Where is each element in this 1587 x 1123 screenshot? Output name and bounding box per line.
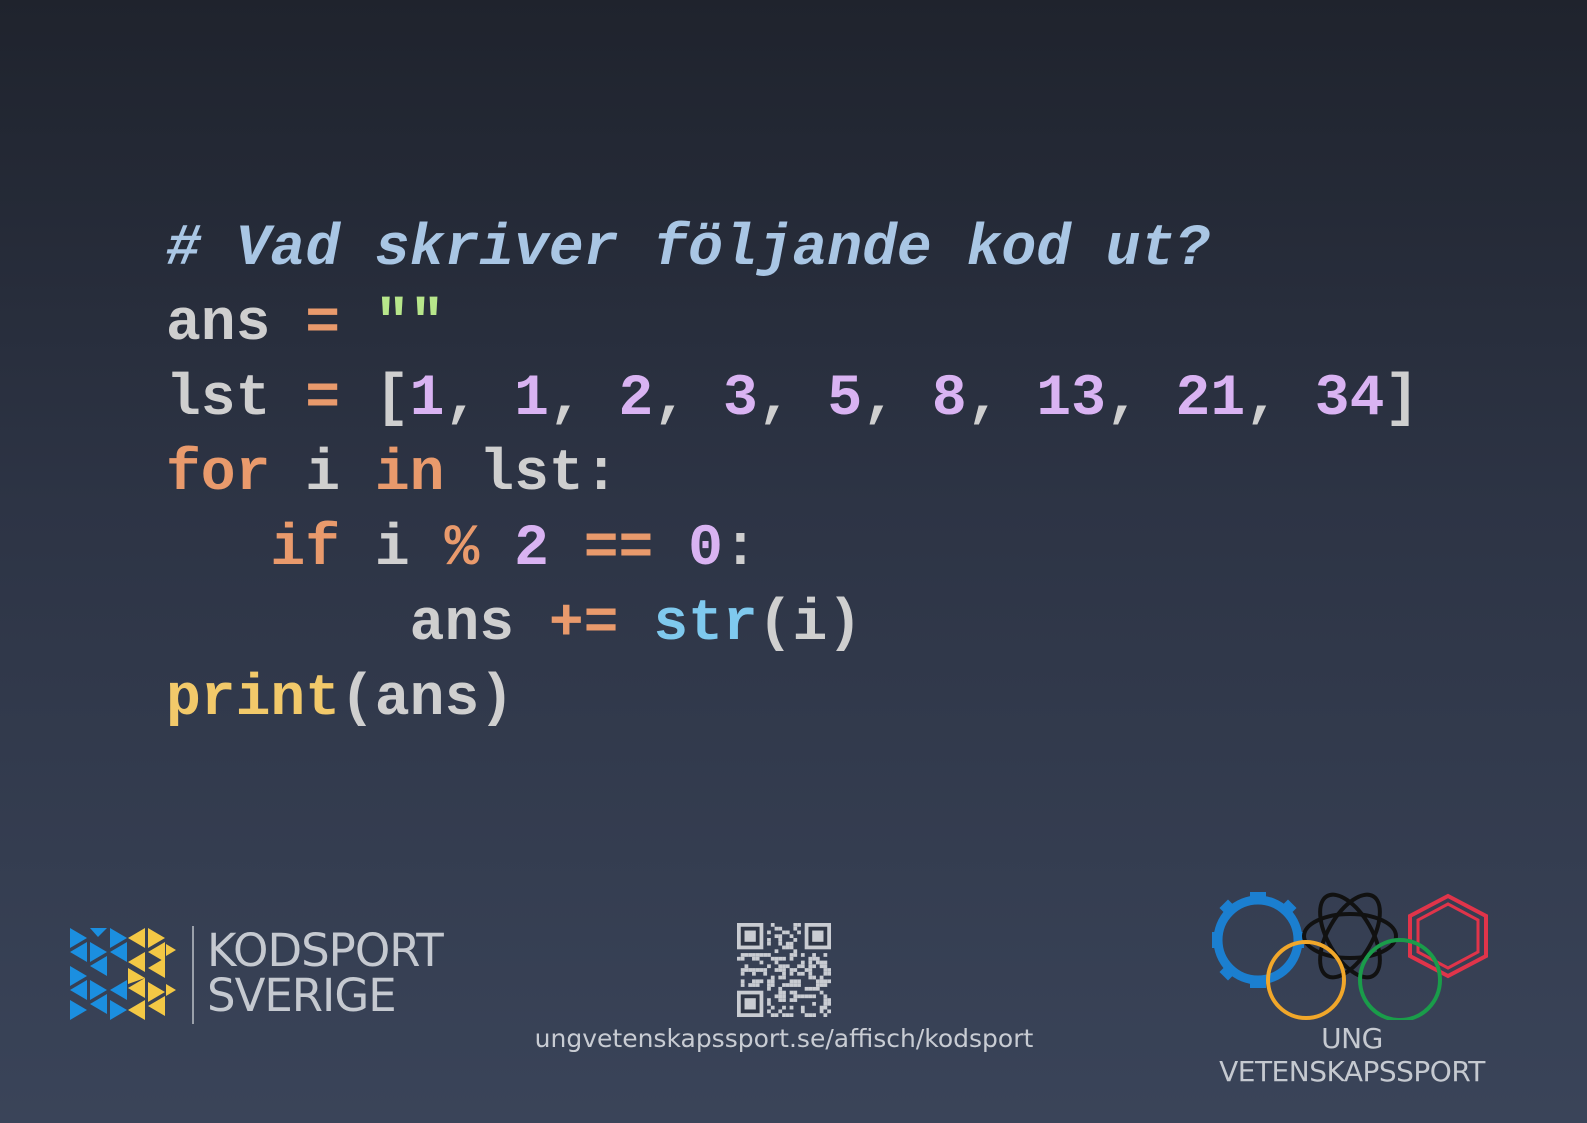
list-item: 5	[827, 367, 863, 432]
poster-url[interactable]: ungvetenskapssport.se/affisch/kodsport	[520, 1024, 1048, 1053]
list-item: 21	[1175, 367, 1246, 432]
print-function: print	[166, 667, 341, 732]
gear-teeth	[1212, 892, 1304, 988]
modulo-operator: %	[444, 517, 480, 582]
for-keyword: for	[166, 442, 271, 507]
code-comment: # Vad skriver följande kod ut?	[166, 217, 1211, 282]
condition-variable: i	[374, 517, 410, 582]
code-line-3: lst = [1, 1, 2, 3, 5, 8, 13, 21, 34]	[166, 367, 1420, 432]
list-item: 3	[722, 367, 758, 432]
loop-variable: i	[305, 442, 341, 507]
str-args: (i)	[757, 592, 863, 657]
list-item: 1	[409, 367, 445, 432]
close-bracket: ]	[1384, 367, 1420, 432]
if-keyword: if	[270, 517, 341, 582]
code-block: # Vad skriver följande kod ut? ans = "" ls…	[166, 212, 1419, 737]
code-line-5: if i % 2 == 0:	[166, 512, 1419, 587]
modulo-number: 2	[514, 517, 549, 582]
assign-operator: =	[305, 292, 341, 357]
ans-variable: ans	[409, 592, 515, 657]
list-item: 13	[1036, 367, 1106, 432]
ung-vetenskapssport-brand-text: UNG VETENSKAPSSPORT	[1219, 1022, 1485, 1088]
add-assign-operator: +=	[548, 592, 619, 657]
code-line-2: ans = ""	[166, 287, 1419, 362]
code-line-7: print(ans)	[166, 662, 1419, 737]
brand-line-1: KODSPORT	[207, 924, 444, 977]
list-item: 1	[514, 367, 549, 432]
equals-operator: ==	[583, 517, 654, 582]
ung-vetenskapssport-logo-icon	[1212, 892, 1488, 1020]
green-ring	[1358, 938, 1442, 1020]
in-keyword: in	[374, 442, 445, 507]
list-item: 2	[618, 367, 654, 432]
hexagon-icon	[1408, 893, 1488, 979]
open-bracket: [	[374, 367, 410, 432]
str-builtin: str	[653, 592, 758, 657]
kodsport-brand-text: KODSPORT SVERIGE	[207, 924, 444, 1022]
kodsport-logo-icon	[70, 928, 176, 1020]
zero-number: 0	[688, 517, 723, 582]
logo-divider	[192, 926, 194, 1024]
brand-line-2: SVERIGE	[207, 969, 397, 1022]
qr-code-icon[interactable]	[737, 923, 831, 1017]
list-item: 8	[931, 367, 967, 432]
print-args: (ans)	[340, 667, 515, 732]
atom-icon	[1302, 892, 1398, 980]
colon: :	[722, 517, 758, 582]
yellow-ring	[1266, 940, 1346, 1020]
list-item: 34	[1314, 367, 1385, 432]
code-line-6: ans += str(i)	[166, 587, 1419, 662]
assign-operator: =	[305, 367, 341, 432]
code-line-4: for i in lst:	[166, 437, 1419, 512]
code-line-1: # Vad skriver följande kod ut?	[166, 212, 1419, 287]
loop-iterable: lst:	[479, 442, 619, 507]
lst-variable: lst	[166, 367, 271, 432]
ans-variable: ans	[166, 292, 271, 357]
empty-string: ""	[374, 292, 445, 357]
